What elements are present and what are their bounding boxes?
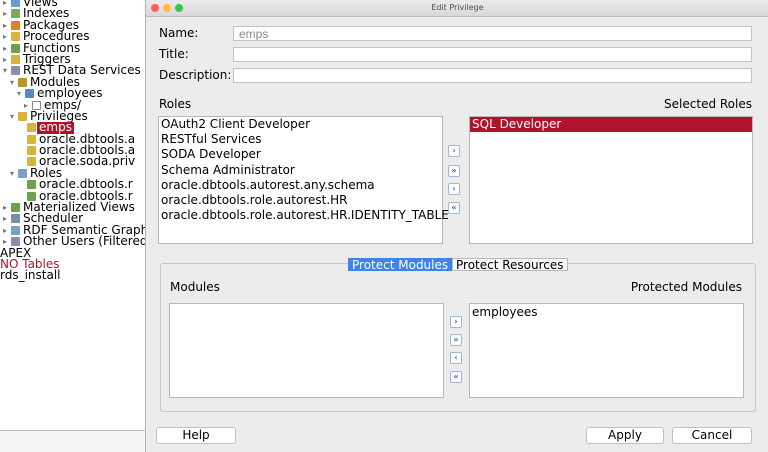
folder-icon bbox=[11, 20, 20, 30]
title-field[interactable] bbox=[233, 47, 752, 62]
move-right-button[interactable]: › bbox=[450, 316, 462, 328]
move-all-left-button[interactable]: « bbox=[450, 371, 462, 383]
tab-protect-resources[interactable]: Protect Resources bbox=[452, 258, 568, 272]
available-modules-list[interactable] bbox=[169, 303, 444, 398]
folder-icon bbox=[18, 77, 27, 87]
folder-icon bbox=[11, 66, 20, 76]
name-label: Name: bbox=[159, 26, 199, 40]
privilege-icon bbox=[27, 146, 36, 156]
expand-icon[interactable]: ▸ bbox=[3, 20, 7, 31]
protected-modules-header: Protected Modules bbox=[630, 280, 742, 294]
role-icon bbox=[27, 180, 36, 190]
modules-header: Modules bbox=[170, 280, 220, 294]
window-title: Edit Privilege bbox=[431, 3, 484, 12]
list-item[interactable]: oracle.dbtools.role.autorest.HR.IDENTITY… bbox=[159, 208, 449, 223]
list-item[interactable]: oracle.dbtools.role.autorest.HR bbox=[159, 193, 442, 208]
move-all-left-button[interactable]: « bbox=[448, 202, 460, 214]
collapse-icon[interactable]: ▾ bbox=[10, 77, 14, 88]
selected-roles-list[interactable]: SQL Developer bbox=[469, 116, 753, 244]
expand-icon[interactable]: ▸ bbox=[3, 0, 7, 8]
expand-icon[interactable]: ▸ bbox=[3, 43, 7, 54]
folder-icon bbox=[18, 111, 27, 121]
edit-privilege-dialog: Edit Privilege Name: Title: Description:… bbox=[145, 0, 768, 452]
folder-icon bbox=[11, 203, 20, 213]
collapse-icon[interactable]: ▾ bbox=[17, 88, 21, 99]
cancel-button[interactable]: Cancel bbox=[672, 427, 752, 444]
title-label: Title: bbox=[159, 47, 189, 61]
move-right-button[interactable]: › bbox=[448, 145, 460, 157]
status-bar bbox=[0, 430, 145, 452]
tree-node-privileges[interactable]: ▾ Privileges bbox=[0, 110, 150, 122]
folder-icon bbox=[11, 32, 20, 42]
expand-icon[interactable]: ▸ bbox=[3, 213, 7, 224]
folder-icon bbox=[11, 0, 20, 7]
folder-icon bbox=[11, 214, 20, 224]
connections-tree: ▸ Views ▸ Indexes ▸ Packages ▸ Procedures ▸ F… bbox=[0, 0, 150, 282]
list-item[interactable]: RESTful Services bbox=[159, 132, 442, 147]
expand-icon[interactable]: ▸ bbox=[3, 202, 7, 213]
move-all-right-button[interactable]: » bbox=[450, 334, 462, 346]
privilege-icon bbox=[27, 123, 36, 133]
apply-button[interactable]: Apply bbox=[586, 427, 664, 444]
collapse-icon[interactable]: ▾ bbox=[10, 111, 14, 122]
list-item[interactable]: SQL Developer bbox=[470, 117, 752, 133]
list-item[interactable]: employees bbox=[470, 304, 743, 319]
description-label: Description: bbox=[159, 68, 232, 82]
expand-icon[interactable]: ▸ bbox=[3, 54, 7, 65]
folder-icon bbox=[11, 237, 20, 247]
protected-modules-list[interactable]: employees bbox=[469, 303, 744, 398]
list-item[interactable]: OAuth2 Client Developer bbox=[159, 117, 442, 132]
tab-protect-modules[interactable]: Protect Modules bbox=[348, 258, 453, 272]
list-item[interactable]: SODA Developer bbox=[159, 147, 442, 162]
tree-node-privilege[interactable]: oracle.soda.priv bbox=[0, 155, 150, 168]
expand-icon[interactable]: ▸ bbox=[24, 100, 28, 111]
description-field[interactable] bbox=[233, 68, 752, 83]
list-item[interactable]: oracle.dbtools.autorest.any.schema bbox=[159, 178, 442, 193]
expand-icon[interactable]: ▸ bbox=[3, 225, 7, 236]
folder-icon bbox=[18, 168, 27, 178]
collapse-icon[interactable]: ▾ bbox=[3, 65, 7, 76]
roles-header: Roles bbox=[159, 97, 192, 111]
privilege-icon bbox=[27, 134, 36, 144]
move-left-button[interactable]: ‹ bbox=[450, 352, 462, 364]
window-titlebar: Edit Privilege bbox=[146, 0, 768, 17]
folder-icon bbox=[11, 54, 20, 64]
list-item[interactable]: Schema Administrator bbox=[159, 163, 442, 178]
expand-icon[interactable]: ▸ bbox=[3, 31, 7, 42]
folder-icon bbox=[11, 225, 20, 235]
expand-icon[interactable]: ▸ bbox=[3, 8, 7, 19]
name-field[interactable] bbox=[233, 26, 752, 41]
folder-icon bbox=[11, 43, 20, 53]
help-button[interactable]: Help bbox=[156, 427, 236, 444]
module-icon bbox=[25, 89, 34, 99]
move-all-right-button[interactable]: » bbox=[448, 165, 460, 177]
selected-roles-header: Selected Roles bbox=[664, 97, 752, 111]
collapse-icon[interactable]: ▾ bbox=[10, 168, 14, 179]
available-roles-list[interactable]: OAuth2 Client Developer RESTful Services… bbox=[158, 116, 449, 244]
move-left-button[interactable]: ‹ bbox=[448, 183, 460, 195]
folder-icon bbox=[11, 9, 20, 19]
tree-node-rds-install[interactable]: rds_install bbox=[0, 269, 150, 281]
